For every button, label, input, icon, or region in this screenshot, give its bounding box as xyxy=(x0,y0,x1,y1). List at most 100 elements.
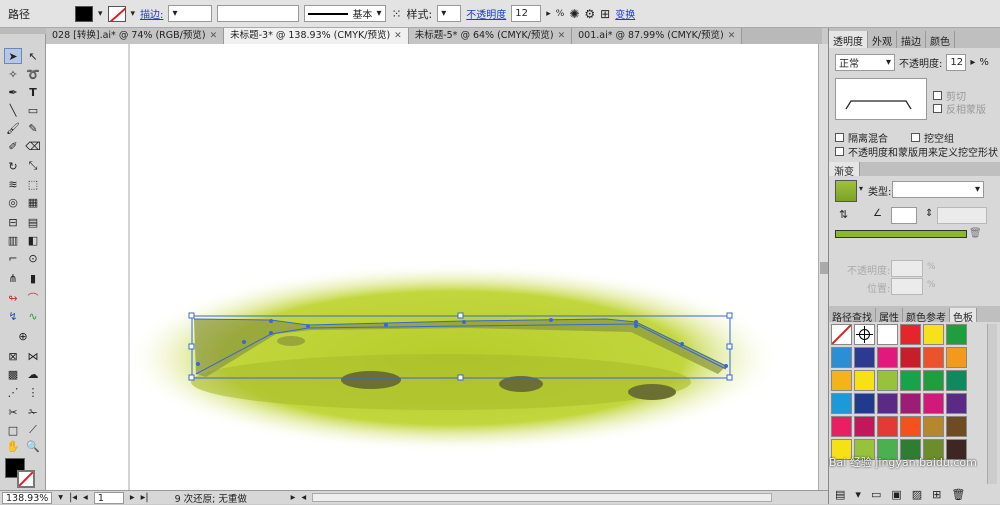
chart-tool-icon[interactable]: ⋰ xyxy=(4,384,22,400)
doc-tab[interactable]: 028 [转换].ai* @ 74% (RGB/预览) ✕ xyxy=(46,28,225,44)
new-swatch-icon[interactable]: ⊞ xyxy=(932,488,941,501)
pencil-icon[interactable]: ✎ xyxy=(24,120,42,136)
last-page-icon[interactable]: ▸| xyxy=(141,492,149,503)
color-swatch[interactable] xyxy=(946,347,967,368)
symbol-icon[interactable]: ⁙ xyxy=(391,7,401,21)
close-icon[interactable]: ✕ xyxy=(394,28,402,44)
new-group-icon[interactable]: ▨ xyxy=(912,488,922,501)
crosshair-tool-icon[interactable]: ⊕ xyxy=(14,328,32,344)
perspective-grid-icon[interactable]: ⊟ xyxy=(4,214,22,230)
blend-tool-icon[interactable]: ⊙ xyxy=(24,250,42,266)
align-icon[interactable]: ⊞ xyxy=(600,7,610,21)
color-swatch[interactable] xyxy=(854,370,875,391)
angle-field[interactable] xyxy=(891,207,917,224)
color-swatch[interactable] xyxy=(877,393,898,414)
anchor-tool-icon[interactable]: ↯ xyxy=(4,308,22,324)
tab-swatches[interactable]: 色板 xyxy=(950,308,977,324)
color-swatch[interactable] xyxy=(900,370,921,391)
vertical-scrollbar[interactable] xyxy=(818,44,828,490)
color-swatch[interactable] xyxy=(900,416,921,437)
tab-color[interactable]: 颜色 xyxy=(926,31,955,48)
paintbrush-icon[interactable]: 🖌 xyxy=(4,120,22,136)
color-swatch[interactable] xyxy=(923,393,944,414)
brush-profile-dropdown[interactable]: 基本 ▾ xyxy=(304,5,387,22)
color-swatch[interactable] xyxy=(877,416,898,437)
puppet-warp-icon[interactable]: ☁ xyxy=(24,366,42,382)
eraser-icon[interactable]: ⌫ xyxy=(24,138,42,154)
scroll-thumb[interactable] xyxy=(820,262,828,274)
smooth-tool-icon[interactable]: ∿ xyxy=(24,308,42,324)
swatch-scrollbar[interactable] xyxy=(987,324,997,484)
chevron-down-icon[interactable]: ▾ xyxy=(131,9,136,19)
reverse-gradient-icon[interactable]: ⇅ xyxy=(839,208,848,221)
opacity-input[interactable]: 12 xyxy=(511,5,542,22)
blend-steps-icon[interactable]: ⋮ xyxy=(24,384,42,400)
close-icon[interactable]: ✕ xyxy=(210,28,218,44)
knife-tool-icon[interactable]: ✂ xyxy=(4,404,22,420)
status-arrow-icon[interactable]: ▸ xyxy=(291,492,296,503)
color-swatch[interactable] xyxy=(900,393,921,414)
color-swatch[interactable] xyxy=(946,370,967,391)
delete-swatch-icon[interactable]: 🗑 xyxy=(951,488,965,501)
knockout-checkbox[interactable] xyxy=(911,133,920,142)
prev-page-icon[interactable]: ◂ xyxy=(83,492,88,503)
live-paint-icon[interactable]: ▦ xyxy=(24,194,42,210)
define-checkbox[interactable] xyxy=(835,147,844,156)
color-swatch[interactable] xyxy=(946,324,967,345)
swatch-options-icon[interactable]: ▭ xyxy=(871,488,881,501)
stroke-color-box[interactable] xyxy=(17,470,35,488)
variable-width-dropdown[interactable] xyxy=(217,5,300,22)
page-field[interactable]: 1 xyxy=(93,491,124,504)
color-swatch[interactable] xyxy=(946,393,967,414)
width-tool-icon[interactable]: ↬ xyxy=(4,290,22,306)
warp-tool-icon[interactable]: ≋ xyxy=(4,176,22,192)
chevron-down-icon[interactable]: ▾ xyxy=(58,492,63,503)
tab-color-guide[interactable]: 颜色参考 xyxy=(903,308,950,324)
hand-tool-icon[interactable]: ✋ xyxy=(4,438,22,454)
measure-tool-icon[interactable]: ⟋ xyxy=(24,422,42,438)
slice-tool-icon[interactable]: ⋈ xyxy=(24,348,42,364)
registration-swatch[interactable] xyxy=(854,324,875,345)
color-swatch[interactable] xyxy=(900,347,921,368)
free-transform-icon[interactable]: ⬚ xyxy=(24,176,42,192)
opacity-field[interactable]: 12 xyxy=(946,54,967,71)
scissors-icon[interactable]: ✁ xyxy=(24,404,42,420)
gradient-preview[interactable] xyxy=(835,180,857,202)
magic-wand-icon[interactable]: ✧ xyxy=(4,66,22,82)
mesh-tool-icon[interactable]: ▤ xyxy=(24,214,42,230)
selection-tool-icon[interactable]: ➤ xyxy=(4,48,22,64)
first-page-icon[interactable]: |◂ xyxy=(69,492,77,503)
show-kinds-icon[interactable]: ▾ xyxy=(855,488,861,501)
color-group-icon[interactable]: ▣ xyxy=(891,488,901,501)
close-icon[interactable]: ✕ xyxy=(728,28,736,44)
opacity-link[interactable]: 不透明度 xyxy=(466,6,506,21)
doc-tab[interactable]: 001.ai* @ 87.99% (CMYK/预览) ✕ xyxy=(572,28,743,44)
blend-mode-dropdown[interactable]: 正常 ▾ xyxy=(835,54,895,71)
mask-thumbnail[interactable] xyxy=(835,78,927,120)
stroke-link[interactable]: 描边: xyxy=(140,6,163,21)
symbol-sprayer-icon[interactable]: ⋔ xyxy=(4,270,22,286)
shape-builder-icon[interactable]: ◎ xyxy=(4,194,22,210)
gradient-opacity-field[interactable] xyxy=(891,260,923,277)
color-swatch[interactable] xyxy=(923,416,944,437)
tab-attributes[interactable]: 属性 xyxy=(876,308,903,324)
trash-icon[interactable]: 🗑 xyxy=(969,228,982,239)
transform-link[interactable]: 变换 xyxy=(615,6,635,21)
zoom-field[interactable]: 138.93% xyxy=(2,491,53,504)
tab-stroke[interactable]: 描边 xyxy=(897,31,926,48)
gear-icon[interactable]: ⚙ xyxy=(584,7,595,21)
color-swatch[interactable] xyxy=(923,347,944,368)
graph-tool-icon[interactable]: ▩ xyxy=(4,366,22,382)
color-swatch[interactable] xyxy=(854,416,875,437)
chevron-down-icon[interactable]: ▾ xyxy=(98,9,103,19)
stroke-weight-dropdown[interactable]: ▾ xyxy=(168,5,213,22)
pen-tool-icon[interactable]: ✒ xyxy=(4,84,22,100)
color-swatch[interactable] xyxy=(854,347,875,368)
tab-pathfinder[interactable]: 路径查找 xyxy=(829,308,876,324)
color-swatch[interactable] xyxy=(877,324,898,345)
type-tool-icon[interactable]: T xyxy=(24,84,42,100)
direct-selection-tool-icon[interactable]: ↖ xyxy=(24,48,42,64)
hscroll-left-icon[interactable]: ◂ xyxy=(301,492,306,503)
gradient-location-field[interactable] xyxy=(891,278,923,295)
style-dropdown[interactable]: ▾ xyxy=(437,5,462,22)
